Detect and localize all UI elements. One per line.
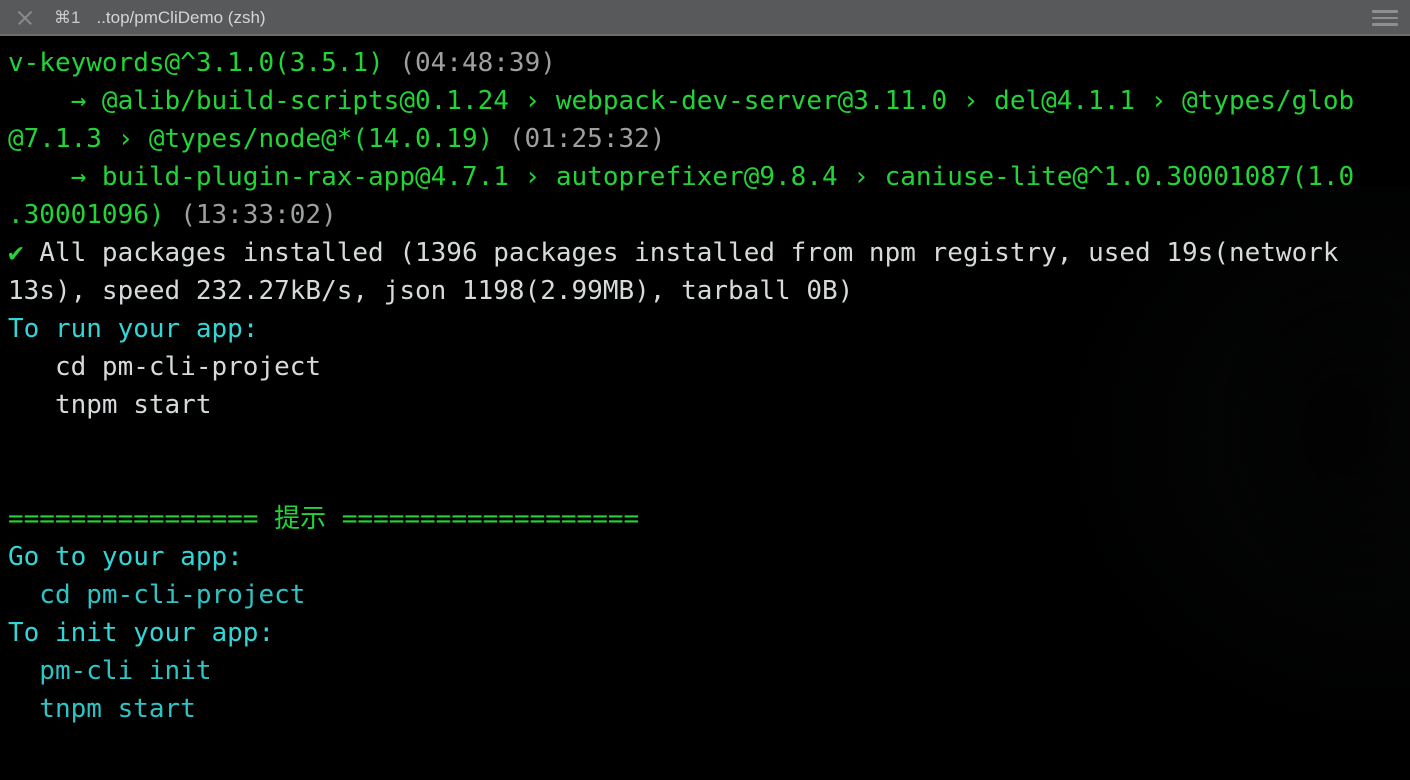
text-segment: 13s), speed 232.27kB/s, json 1198(2.99MB… [8,276,853,306]
hamburger-bar [1372,17,1398,20]
line-blank-4 [0,766,1410,780]
line-to-init-your-app: To init your app: [0,614,1410,652]
line-to-run-your-app: To run your app: [0,310,1410,348]
text-segment: v-keywords@^3.1.0(3.5.1) [8,48,399,78]
text-segment: tnpm start [8,694,196,724]
hamburger-icon[interactable] [1372,6,1398,30]
text-segment: To run your app: [8,314,258,344]
line-dep-build-scripts: → @alib/build-scripts@0.1.24 › webpack-d… [0,82,1410,120]
text-segment: → @alib/build-scripts@0.1.24 › webpack-d… [8,86,1354,116]
text-segment: (04:48:39) [399,48,556,78]
terminal-lines: v-keywords@^3.1.0(3.5.1) (04:48:39) → @a… [0,36,1410,780]
window-titlebar: ⌘1 ..top/pmCliDemo (zsh) [0,0,1410,36]
hamburger-bar [1372,23,1398,26]
text-segment: cd pm-cli-project [8,580,305,610]
terminal-output-area[interactable]: v-keywords@^3.1.0(3.5.1) (04:48:39) → @a… [0,36,1410,780]
hamburger-bar [1372,10,1398,13]
line-init-start: tnpm start [0,690,1410,728]
line-dep-rax-app: → build-plugin-rax-app@4.7.1 › autoprefi… [0,158,1410,196]
text-segment: .30001096) [8,200,180,230]
text-segment: To init your app: [8,618,274,648]
window-shortcut-label: ⌘1 [54,8,80,28]
line-tips-divider: ================ 提示 =================== [0,500,1410,538]
close-icon[interactable] [14,7,36,29]
text-segment: All packages installed (1396 packages in… [24,238,1339,268]
text-segment [8,428,24,458]
text-segment: (13:33:02) [180,200,337,230]
text-segment [8,466,24,496]
line-blank-1 [0,424,1410,462]
line-go-cd: cd pm-cli-project [0,576,1410,614]
text-segment: tnpm start [8,390,212,420]
text-segment: → build-plugin-rax-app@4.7.1 › autoprefi… [8,162,1354,192]
text-segment: pm-cli init [8,656,212,686]
line-dep-types-node: @7.1.3 › @types/node@*(14.0.19) (01:25:3… [0,120,1410,158]
line-init-cmd: pm-cli init [0,652,1410,690]
line-run-start: tnpm start [0,386,1410,424]
text-segment: @7.1.3 › @types/node@*(14.0.19) [8,124,509,154]
text-segment: (01:25:32) [509,124,666,154]
line-go-to-your-app: Go to your app: [0,538,1410,576]
line-dep-keywords: v-keywords@^3.1.0(3.5.1) (04:48:39) [0,44,1410,82]
text-segment: Go to your app: [8,542,243,572]
titlebar-underline [0,34,1410,36]
window-title: ..top/pmCliDemo (zsh) [96,8,265,28]
line-blank-3 [0,728,1410,766]
terminal-window: ⌘1 ..top/pmCliDemo (zsh) v-keywords@^3.1… [0,0,1410,780]
text-segment: ✔ [8,238,24,268]
line-run-cd: cd pm-cli-project [0,348,1410,386]
line-blank-2 [0,462,1410,500]
text-segment [8,732,24,762]
text-segment [8,770,24,780]
line-dep-caniuse-cont: .30001096) (13:33:02) [0,196,1410,234]
line-install-stats: 13s), speed 232.27kB/s, json 1198(2.99MB… [0,272,1410,310]
line-all-installed: ✔ All packages installed (1396 packages … [0,234,1410,272]
text-segment: ================ 提示 =================== [8,504,639,534]
text-segment: cd pm-cli-project [8,352,321,382]
